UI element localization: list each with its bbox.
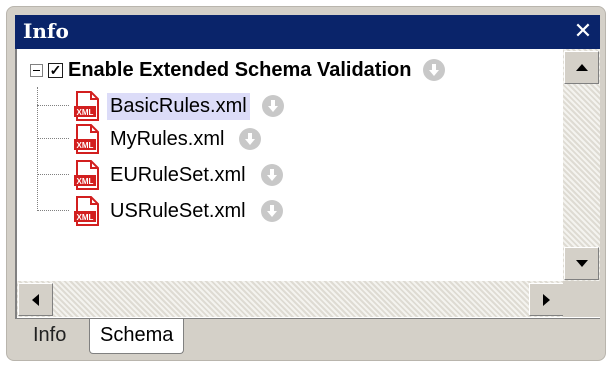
title-bar: Info ✕ bbox=[15, 15, 600, 49]
xml-file-icon: XML bbox=[73, 91, 101, 121]
close-icon: ✕ bbox=[573, 18, 593, 43]
enable-validation-checkbox[interactable]: ✓ bbox=[48, 62, 63, 78]
list-item[interactable]: XML EURuleSet.xml bbox=[73, 158, 283, 192]
svg-text:XML: XML bbox=[77, 108, 94, 117]
list-item[interactable]: XML BasicRules.xml bbox=[73, 89, 284, 123]
download-icon[interactable] bbox=[260, 200, 283, 222]
xml-file-icon: XML bbox=[73, 196, 101, 226]
tab-schema[interactable]: Schema bbox=[89, 319, 185, 354]
download-icon[interactable] bbox=[260, 164, 283, 186]
collapse-toggle[interactable] bbox=[30, 63, 43, 77]
file-label: BasicRules.xml bbox=[107, 92, 250, 120]
arrow-right-icon bbox=[543, 293, 550, 306]
horizontal-scrollbar[interactable] bbox=[17, 281, 565, 317]
tree-connector bbox=[37, 105, 69, 106]
scroll-left-button[interactable] bbox=[18, 283, 53, 316]
tree-connector bbox=[37, 210, 69, 211]
download-icon[interactable] bbox=[261, 95, 284, 117]
root-label: Enable Extended Schema Validation bbox=[68, 58, 412, 81]
svg-text:XML: XML bbox=[77, 141, 94, 150]
file-label: USRuleSet.xml bbox=[110, 199, 246, 222]
tab-strip: Info Schema bbox=[15, 319, 600, 355]
vertical-scrollbar[interactable] bbox=[563, 49, 600, 281]
tree-connector bbox=[37, 174, 69, 175]
scrollbar-corner bbox=[563, 281, 600, 317]
scroll-down-button[interactable] bbox=[564, 247, 599, 280]
xml-file-icon: XML bbox=[73, 124, 101, 154]
svg-text:XML: XML bbox=[77, 213, 94, 222]
download-icon[interactable] bbox=[239, 128, 262, 150]
download-icon[interactable] bbox=[423, 59, 446, 81]
file-label: EURuleSet.xml bbox=[110, 163, 246, 186]
schema-tree-panel: ✓ Enable Extended Schema Validation XML … bbox=[15, 49, 600, 319]
window-title: Info bbox=[23, 19, 69, 43]
schema-tree: ✓ Enable Extended Schema Validation XML … bbox=[17, 49, 565, 281]
svg-text:XML: XML bbox=[77, 177, 94, 186]
arrow-left-icon bbox=[32, 293, 39, 306]
scroll-up-button[interactable] bbox=[564, 51, 599, 84]
xml-file-icon: XML bbox=[73, 160, 101, 190]
tab-info[interactable]: Info bbox=[23, 319, 76, 351]
close-button[interactable]: ✕ bbox=[570, 18, 596, 44]
list-item[interactable]: XML MyRules.xml bbox=[73, 122, 262, 156]
arrow-up-icon bbox=[575, 64, 588, 71]
file-label: MyRules.xml bbox=[110, 127, 225, 150]
list-item[interactable]: XML USRuleSet.xml bbox=[73, 194, 283, 228]
arrow-down-icon bbox=[575, 260, 588, 267]
tree-connector bbox=[37, 138, 69, 139]
tree-root-row: ✓ Enable Extended Schema Validation bbox=[30, 53, 446, 87]
scroll-right-button[interactable] bbox=[529, 283, 564, 316]
